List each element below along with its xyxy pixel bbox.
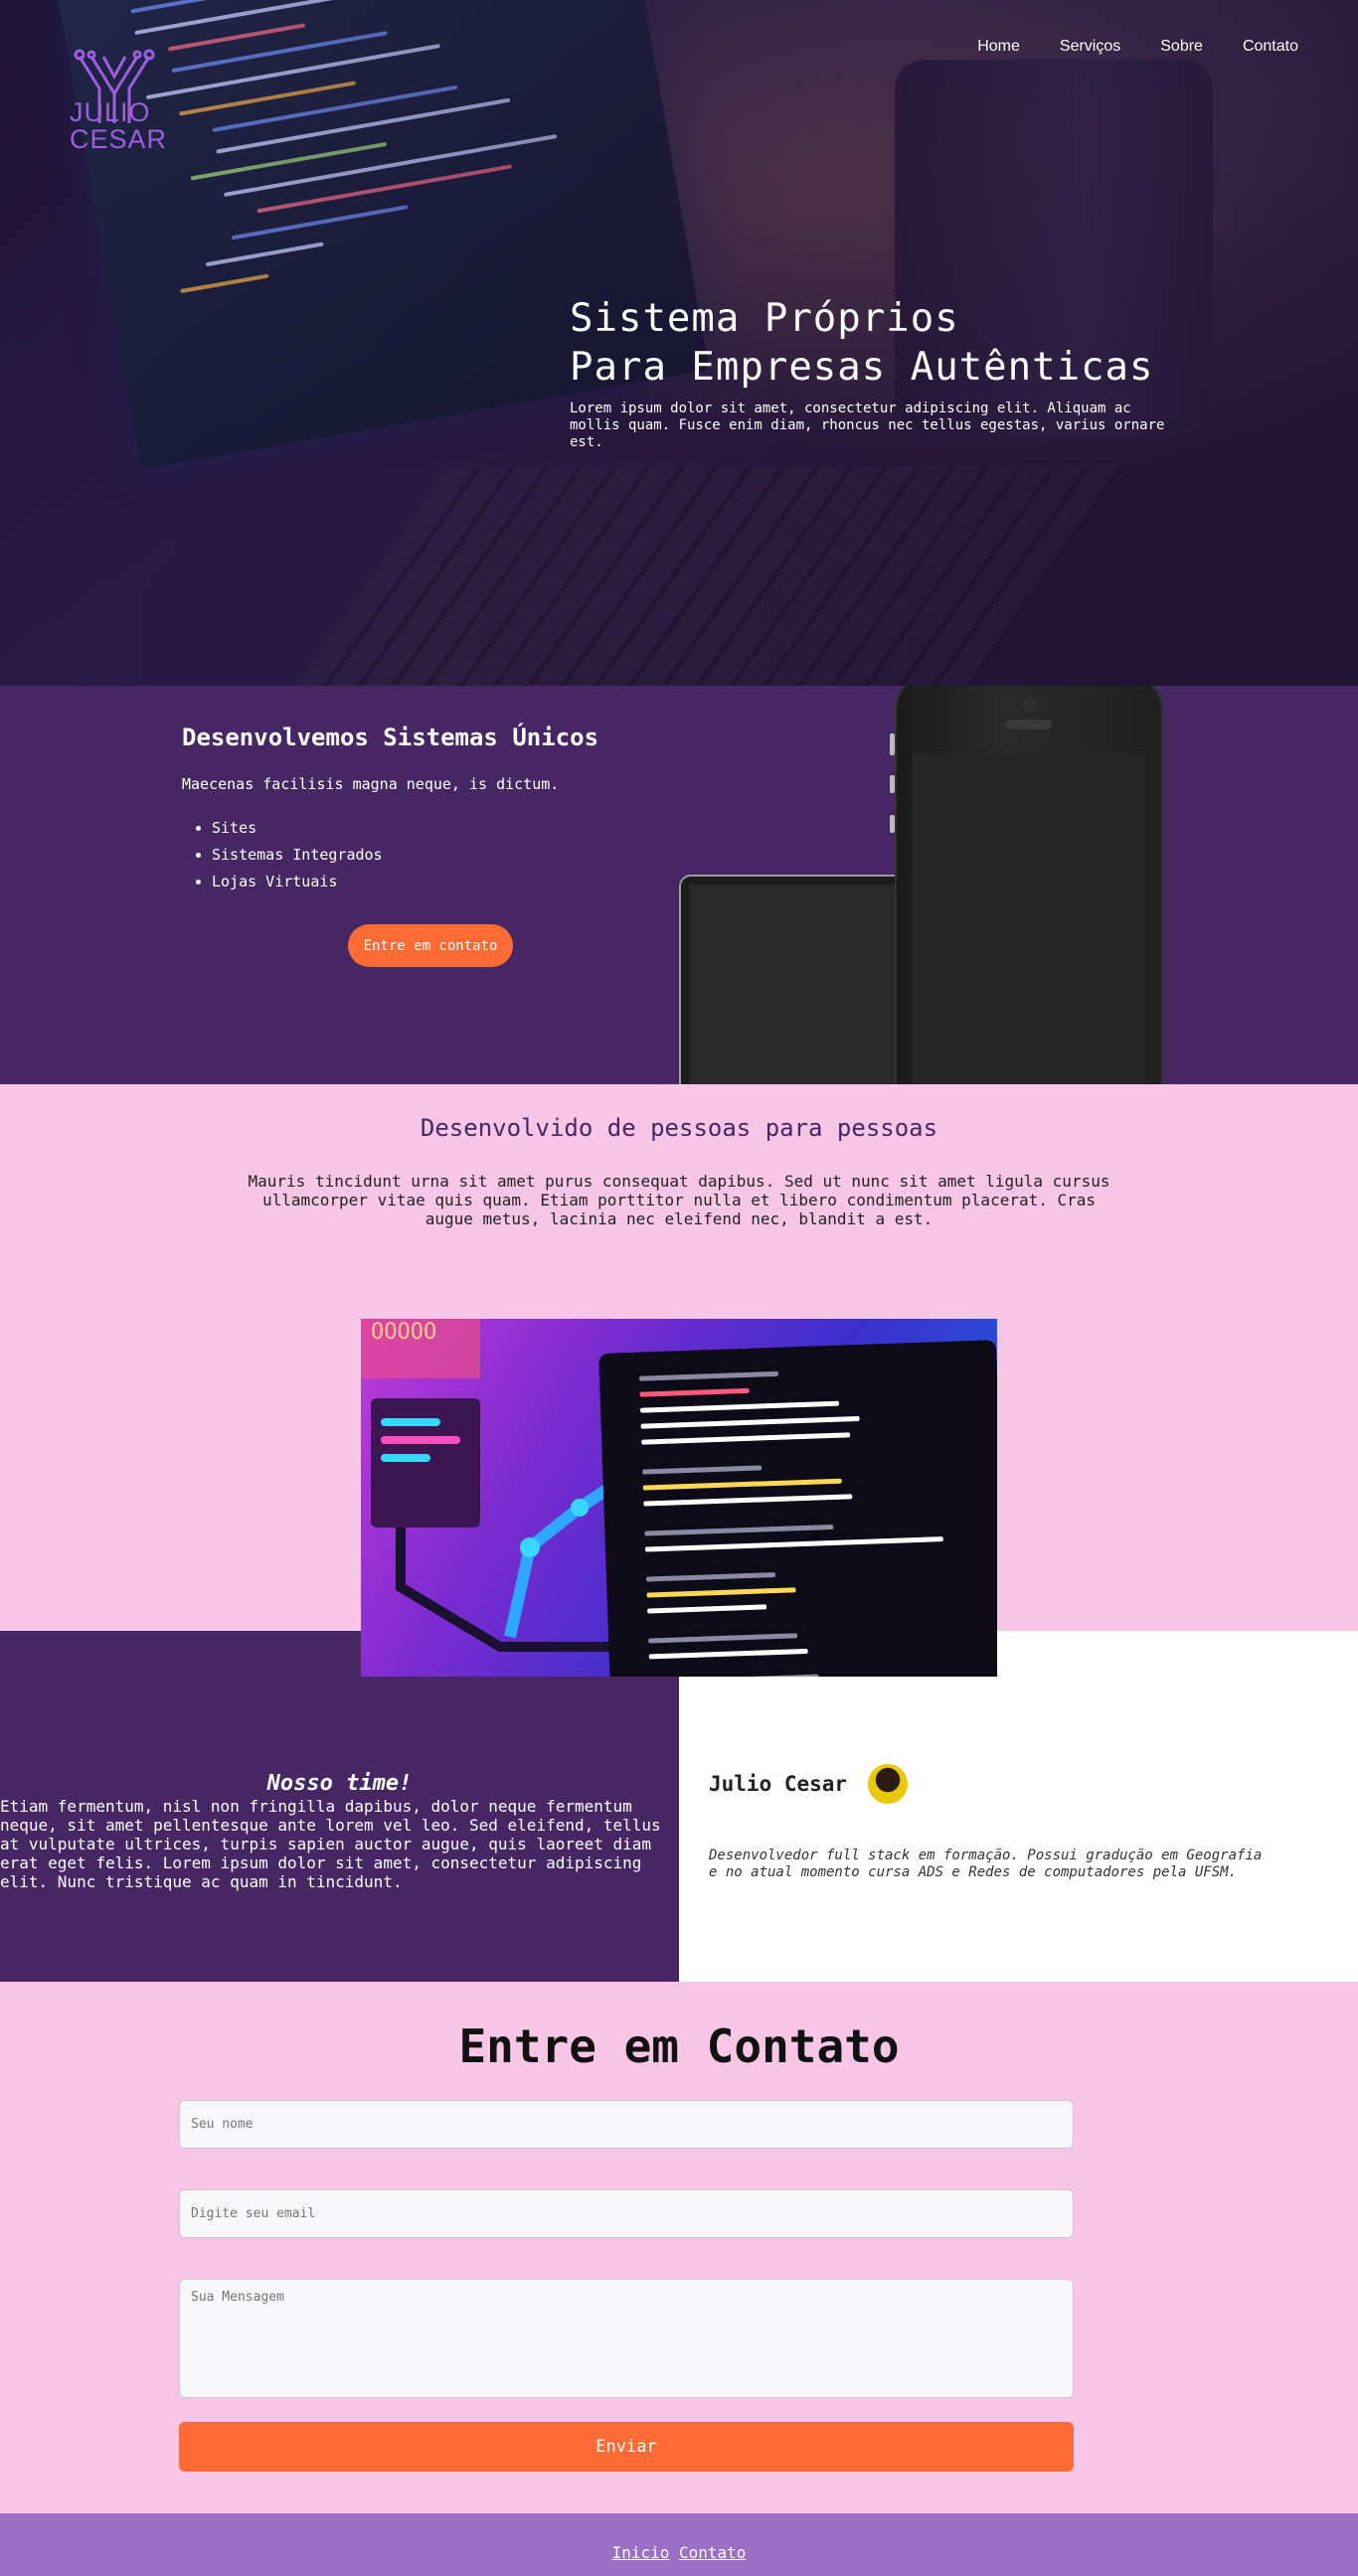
footer-link-inicio[interactable]: Inicio (612, 2543, 670, 2562)
about-title: Desenvolvido de pessoas para pessoas (420, 1114, 938, 1142)
hero-text: Lorem ipsum dolor sit amet, consectetur … (570, 401, 1165, 450)
team-title: Nosso time! (266, 1771, 413, 1796)
footer-links: Inicio Contato (0, 2543, 1358, 2562)
list-item: Sites (212, 815, 383, 842)
nav-servicos[interactable]: Serviços (1060, 38, 1120, 56)
hero-title-line-2: Para Empresas Autênticas (570, 345, 1154, 390)
team-text: Etiam fermentum, nisl non fringilla dapi… (0, 1797, 661, 1891)
logo-line-2: CESAR (70, 124, 168, 154)
services-lead: Maecenas facilisis magna neque, is dictu… (182, 775, 560, 793)
nav-home[interactable]: Home (977, 38, 1020, 56)
main-nav: Home Serviços Sobre Contato (977, 38, 1298, 56)
svg-text:OOOOO: OOOOO (371, 1320, 436, 1345)
contact-title: Entre em Contato (458, 2019, 900, 2073)
code-screen (598, 1340, 997, 1677)
code-image: OOOOO (361, 1319, 997, 1677)
footer: Inicio Contato (0, 2513, 1358, 2576)
author-name: Julio Cesar (709, 1772, 848, 1796)
about-text: Mauris tincidunt urna sit amet purus con… (248, 1172, 1110, 1228)
services-section: Desenvolvemos Sistemas Únicos Maecenas f… (0, 686, 1358, 1084)
email-field[interactable] (179, 2189, 1074, 2238)
nav-contato[interactable]: Contato (1243, 38, 1298, 56)
services-title: Desenvolvemos Sistemas Únicos (182, 724, 599, 751)
hero-section: JULIO CESAR Home Serviços Sobre Contato … (0, 0, 1358, 686)
list-item: Sistemas Integrados (212, 842, 383, 869)
hero-title-line-1: Sistema Próprios (570, 296, 959, 341)
list-item: Lojas Virtuais (212, 869, 383, 895)
footer-link-contato[interactable]: Contato (679, 2543, 746, 2562)
author-panel (679, 1631, 1358, 1982)
contact-button[interactable]: Entre em contato (348, 924, 513, 967)
avatar (868, 1764, 908, 1804)
logo-text: JULIO CESAR (70, 99, 169, 153)
phone-image (890, 686, 1163, 1084)
author-bio: Desenvolvedor full stack em formação. Po… (709, 1848, 1263, 1880)
nav-sobre[interactable]: Sobre (1160, 38, 1203, 56)
name-field[interactable] (179, 2100, 1074, 2149)
logo-line-1: JULIO (70, 97, 151, 127)
send-button[interactable]: Enviar (179, 2422, 1074, 2472)
services-list: Sites Sistemas Integrados Lojas Virtuais (182, 815, 383, 895)
message-field[interactable] (179, 2279, 1074, 2398)
hero-title: Sistema Próprios Para Empresas Autêntica… (570, 294, 1285, 392)
